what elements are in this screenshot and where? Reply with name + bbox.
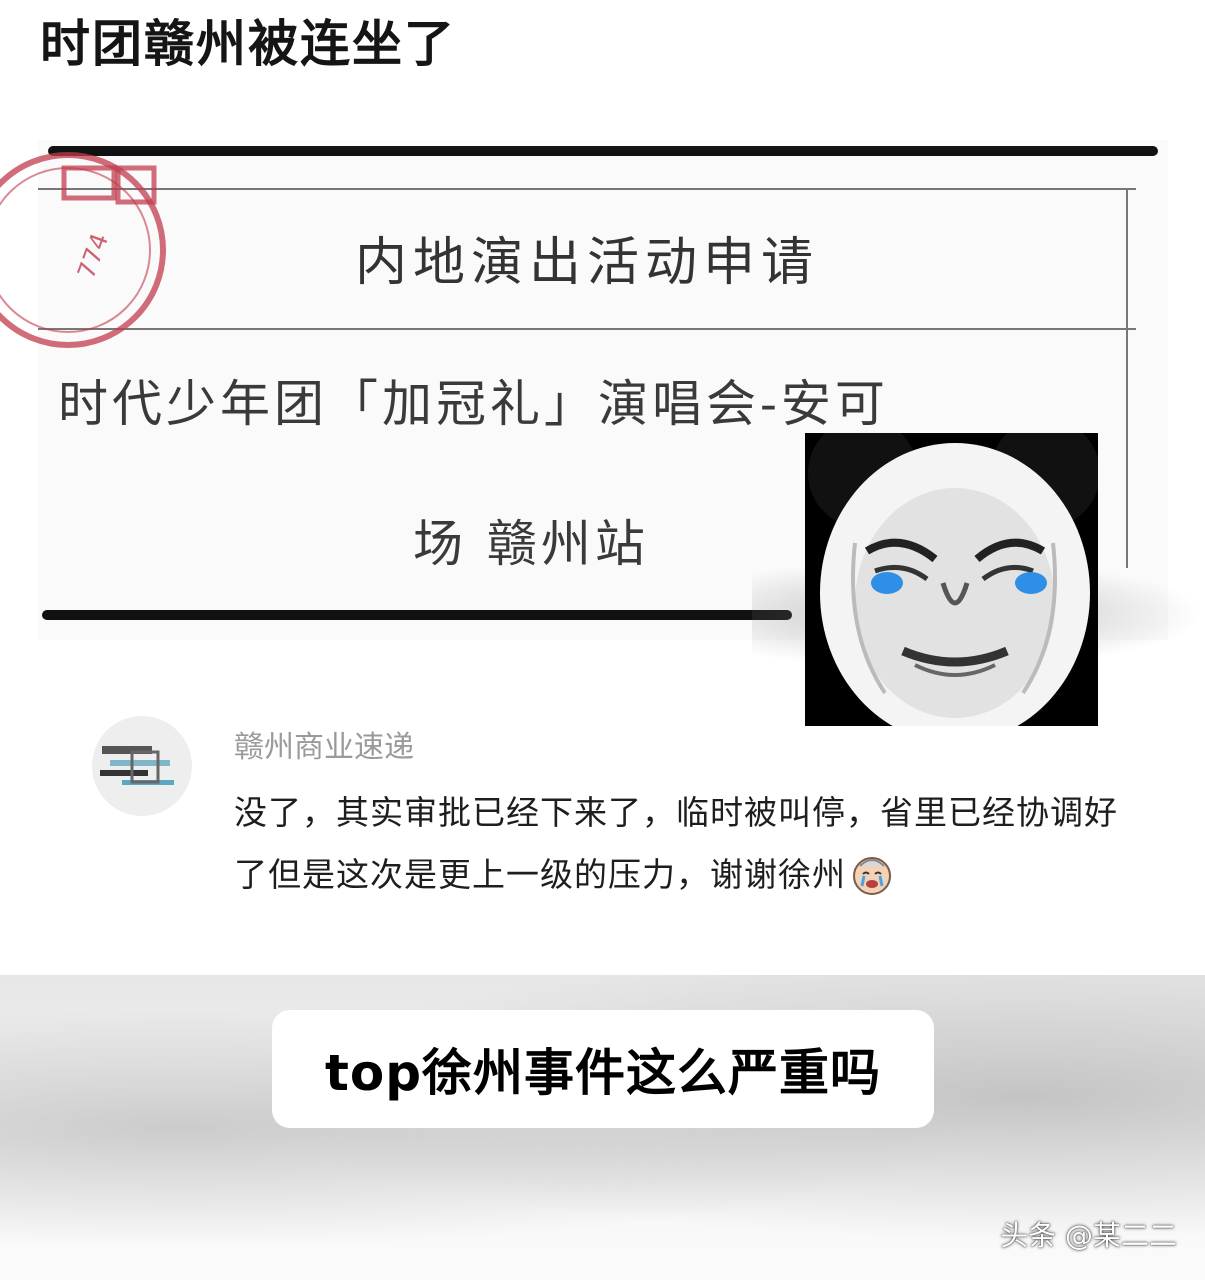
comment-body: 没了，其实审批已经下来了，临时被叫停，省里已经协调好了但是这次是更上一级的压力，… [234, 782, 1124, 906]
document-heading: 内地演出活动申请 [354, 233, 819, 293]
crying-face-emoji-icon [853, 856, 891, 895]
avatar[interactable] [92, 716, 192, 816]
caption-text: top徐州事件这么严重吗 [324, 1044, 882, 1102]
watermark: 头条 @某二二 [1000, 1219, 1177, 1252]
document-bottom-rule [42, 610, 792, 620]
post-title: 时团赣州被连坐了 [40, 15, 456, 73]
form-line [38, 188, 1136, 190]
crying-panda-face-icon [805, 418, 1100, 743]
form-line [38, 328, 1136, 330]
comment-text: 没了，其实审批已经下来了，临时被叫停，省里已经协调好了但是这次是更上一级的压力，… [234, 793, 1118, 894]
caption-box: top徐州事件这么严重吗 [272, 1010, 934, 1128]
document-line: 时代少年团「加冠礼」演唱会-安可 [58, 375, 889, 433]
comment-author[interactable]: 赣州商业速递 [234, 722, 414, 766]
document-top-rule [48, 146, 1158, 156]
document-line: 场 赣州站 [413, 515, 649, 573]
